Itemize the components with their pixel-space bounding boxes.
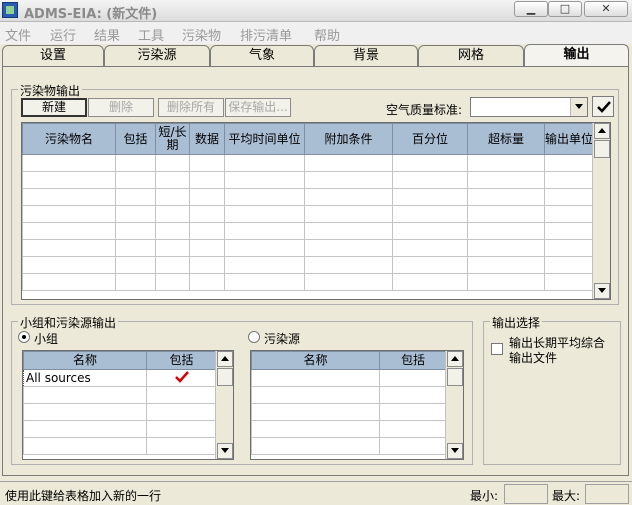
minimize-button[interactable]: ▁ [514, 1, 548, 17]
groups-table[interactable]: 名称 包括 All sources [22, 350, 234, 460]
menu-run[interactable]: 运行 [50, 25, 76, 44]
sources-table[interactable]: 名称 包括 [250, 350, 464, 460]
close-button[interactable]: ✕ [584, 1, 628, 17]
scroll-thumb[interactable] [594, 140, 610, 158]
status-max-value [585, 484, 629, 504]
col-group-include: 包括 [146, 351, 217, 370]
scroll-thumb[interactable] [217, 368, 233, 386]
output-options-label: 输出选择 [490, 314, 543, 331]
chevron-down-icon[interactable] [570, 98, 587, 116]
new-row-button[interactable]: 新建 [21, 98, 87, 117]
save-output-button[interactable]: 保存输出... [225, 98, 291, 117]
table-row[interactable] [23, 420, 217, 438]
menu-file[interactable]: 文件 [5, 25, 31, 44]
col-data: 数据 [189, 123, 225, 155]
red-check-icon [174, 370, 189, 383]
menu-tools[interactable]: 工具 [138, 25, 164, 44]
table-row[interactable] [251, 386, 447, 404]
group-include-cell[interactable] [146, 369, 217, 387]
table-row[interactable] [22, 154, 594, 172]
table-row[interactable] [22, 256, 594, 274]
table-row[interactable] [251, 437, 447, 455]
tab-output[interactable]: 输出 [524, 44, 629, 68]
table-row[interactable] [22, 222, 594, 240]
aq-standard-label: 空气质量标准: [386, 103, 463, 117]
radio-groups-label: 小组 [34, 332, 59, 346]
status-message: 使用此键给表格加入新的一行 [5, 489, 162, 503]
table-row[interactable] [22, 205, 594, 223]
col-include: 包括 [115, 123, 156, 155]
menu-pollutants[interactable]: 污染物 [182, 25, 221, 44]
menu-help[interactable]: 帮助 [314, 25, 340, 44]
title-bar: ADMS-EIA: (新文件) ▁ □ ✕ [0, 0, 632, 22]
table-row[interactable] [251, 369, 447, 387]
status-bar: 使用此键给表格加入新的一行 最小: 最大: [0, 481, 632, 505]
table-row[interactable] [23, 386, 217, 404]
col-group-name: 名称 [23, 351, 147, 370]
table-row[interactable]: All sources [23, 369, 217, 387]
apply-standard-button[interactable] [592, 96, 614, 117]
maximize-button[interactable]: □ [548, 1, 582, 17]
menu-emission-inventory[interactable]: 排污清单 [240, 25, 292, 44]
pollutant-output-label: 污染物输出 [18, 82, 83, 99]
aq-standard-select[interactable] [470, 97, 588, 117]
scroll-thumb[interactable] [447, 368, 463, 386]
col-source-include: 包括 [379, 351, 447, 370]
output-panel: 污染物输出 新建 删除 删除所有 保存输出... 空气质量标准: 污染物名 包括 [2, 66, 629, 476]
table-row[interactable] [22, 188, 594, 206]
tab-background[interactable]: 背景 [314, 45, 418, 66]
tab-meteorology[interactable]: 气象 [210, 45, 314, 66]
delete-all-button[interactable]: 删除所有 [158, 98, 224, 117]
output-options-group: 输出选择 输出长期平均综合 输出文件 [483, 314, 621, 465]
col-short-long: 短/长期 [155, 123, 190, 155]
pollutant-table-scrollbar[interactable] [592, 123, 610, 299]
scroll-up-icon[interactable] [217, 351, 233, 367]
table-row[interactable] [23, 437, 217, 455]
delete-button[interactable]: 删除 [88, 98, 154, 117]
table-row[interactable] [251, 403, 447, 421]
radio-sources-label: 污染源 [264, 332, 301, 346]
app-icon [2, 2, 18, 18]
long-term-average-label-2: 输出文件 [509, 351, 558, 365]
scroll-down-icon[interactable] [447, 443, 463, 459]
sources-table-scrollbar[interactable] [445, 351, 463, 459]
col-avg-time-unit: 平均时间单位 [224, 123, 305, 155]
col-extra-conditions: 附加条件 [304, 123, 393, 155]
tab-setup[interactable]: 设置 [2, 45, 104, 66]
col-percentile: 百分位 [392, 123, 468, 155]
window-title: ADMS-EIA: (新文件) [24, 7, 158, 22]
status-min-label: 最小: [470, 489, 499, 503]
menu-bar: 文件 运行 结果 工具 污染物 排污清单 帮助 [0, 22, 632, 44]
col-output-unit: 输出单位 [544, 123, 594, 155]
tab-sources[interactable]: 污染源 [104, 45, 210, 66]
col-source-name: 名称 [251, 351, 380, 370]
group-name-cell[interactable]: All sources [23, 369, 147, 387]
table-row[interactable] [22, 171, 594, 189]
check-icon [597, 101, 611, 113]
long-term-average-checkbox[interactable] [491, 343, 503, 355]
scroll-down-icon[interactable] [594, 283, 610, 299]
col-pollutant-name: 污染物名 [22, 123, 116, 155]
groups-table-scrollbar[interactable] [215, 351, 233, 459]
status-max-label: 最大: [552, 489, 581, 503]
group-source-output-label: 小组和污染源输出 [18, 314, 119, 331]
scroll-up-icon[interactable] [594, 123, 610, 139]
col-exceedance: 超标量 [467, 123, 545, 155]
pollutant-table[interactable]: 污染物名 包括 短/长期 数据 平均时间单位 附加条件 百分位 超标量 输出单位 [21, 122, 611, 300]
scroll-down-icon[interactable] [217, 443, 233, 459]
tab-grid[interactable]: 网格 [418, 45, 524, 66]
tab-strip: 设置 污染源 气象 背景 网格 输出 [2, 44, 632, 68]
radio-groups[interactable] [18, 331, 30, 343]
group-source-output-group: 小组和污染源输出 小组 污染源 名称 包括 All sources 名称 包括 [11, 314, 473, 465]
radio-sources[interactable] [248, 331, 260, 343]
status-min-value [504, 484, 548, 504]
table-row[interactable] [22, 239, 594, 257]
pollutant-output-group: 污染物输出 新建 删除 删除所有 保存输出... 空气质量标准: 污染物名 包括 [11, 82, 619, 305]
scroll-up-icon[interactable] [447, 351, 463, 367]
table-row[interactable] [23, 403, 217, 421]
menu-results[interactable]: 结果 [94, 25, 120, 44]
table-row[interactable] [22, 273, 594, 291]
table-row[interactable] [251, 420, 447, 438]
